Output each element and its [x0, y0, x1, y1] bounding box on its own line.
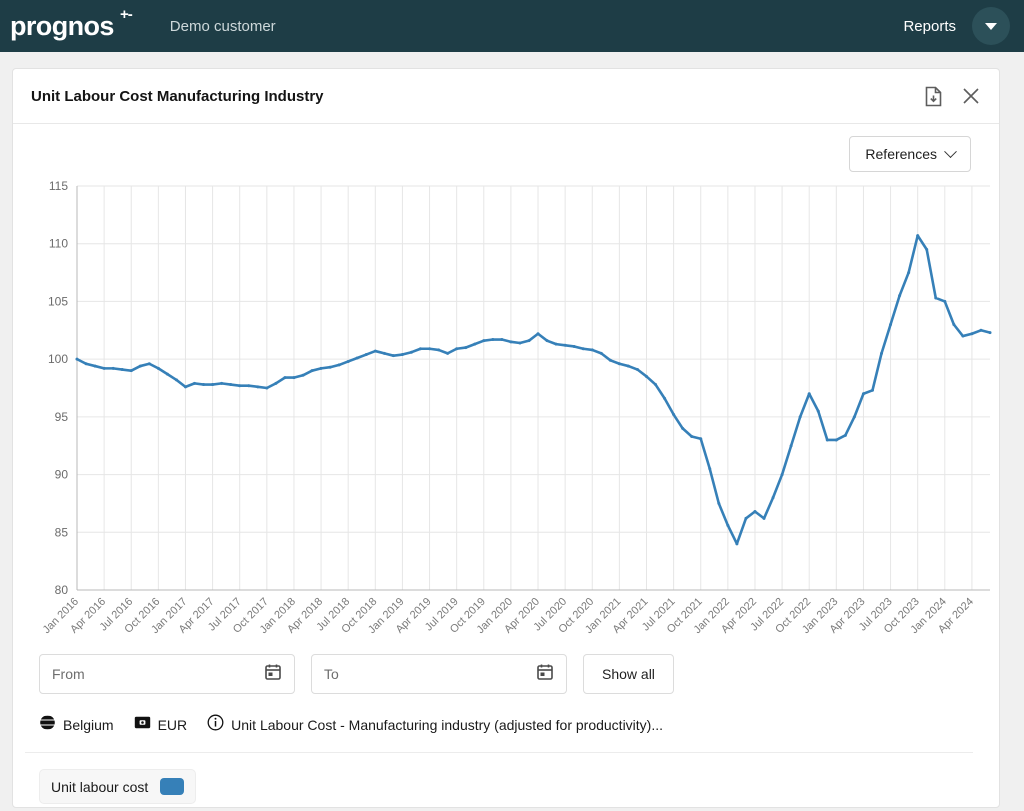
svg-text:90: 90: [55, 468, 69, 482]
chart-card: Unit Labour Cost Manufacturing Industry …: [12, 68, 1000, 808]
account-dropdown-button[interactable]: [972, 7, 1010, 45]
legend-item-unit-labour-cost[interactable]: Unit labour cost: [39, 769, 197, 804]
caret-down-icon: [985, 22, 997, 30]
svg-text:95: 95: [55, 410, 69, 424]
calendar-icon[interactable]: [264, 663, 282, 686]
to-date-input[interactable]: [324, 666, 536, 682]
references-button[interactable]: References: [849, 136, 971, 172]
logo-text: prognos: [10, 10, 114, 41]
series-description: Unit Labour Cost - Manufacturing industr…: [231, 717, 664, 733]
svg-text:80: 80: [55, 583, 69, 597]
svg-text:115: 115: [49, 179, 68, 193]
card-header-actions: [924, 86, 981, 107]
info-icon[interactable]: [207, 714, 224, 736]
series-metadata: Belgium EUR Unit Labour Cost - Manufactu…: [25, 714, 973, 753]
svg-text:85: 85: [55, 525, 69, 539]
show-all-button[interactable]: Show all: [583, 654, 674, 694]
line-chart[interactable]: 80 85 90 95 100 105 110 115 Jan 2016 Apr 2016 Jul …: [25, 178, 992, 648]
logo-superscript: +-: [120, 5, 133, 23]
customer-name: Demo customer: [169, 17, 276, 35]
globe-icon: [36, 714, 59, 736]
topbar-actions: Reports: [903, 7, 1010, 45]
svg-text:110: 110: [49, 237, 68, 251]
references-label: References: [865, 146, 937, 162]
date-range-controls: Show all: [25, 654, 981, 694]
top-navigation-bar: prognos +- Demo customer Reports: [0, 0, 1024, 52]
svg-text:105: 105: [48, 294, 68, 308]
country-label: Belgium: [63, 717, 114, 733]
legend-item-label: Unit labour cost: [51, 778, 149, 795]
close-icon[interactable]: [961, 86, 981, 106]
chevron-down-icon: [944, 144, 957, 158]
page-title: Unit Labour Cost Manufacturing Industry: [31, 87, 324, 105]
card-body: References 80 85 90 95 100 105 110 115 Jan 2016 A…: [13, 124, 999, 807]
chart-legend: Unit labour cost: [25, 769, 981, 804]
currency-label: EUR: [157, 717, 188, 733]
from-date-input[interactable]: [52, 666, 264, 682]
reports-link[interactable]: Reports: [903, 18, 956, 35]
calendar-icon[interactable]: [536, 663, 554, 686]
from-date-field[interactable]: [39, 654, 295, 694]
card-header: Unit Labour Cost Manufacturing Industry: [13, 69, 999, 124]
legend-color-swatch[interactable]: [160, 778, 185, 795]
svg-text:100: 100: [48, 352, 68, 366]
chart-toolbar: References: [25, 136, 981, 172]
download-file-icon[interactable]: [924, 86, 943, 107]
to-date-field[interactable]: [311, 654, 567, 694]
prognos-logo[interactable]: prognos +-: [10, 7, 133, 41]
chart-svg: 80859095100105110115Jan 2016Apr 2016Jul …: [41, 179, 992, 636]
currency-icon: [134, 714, 151, 736]
